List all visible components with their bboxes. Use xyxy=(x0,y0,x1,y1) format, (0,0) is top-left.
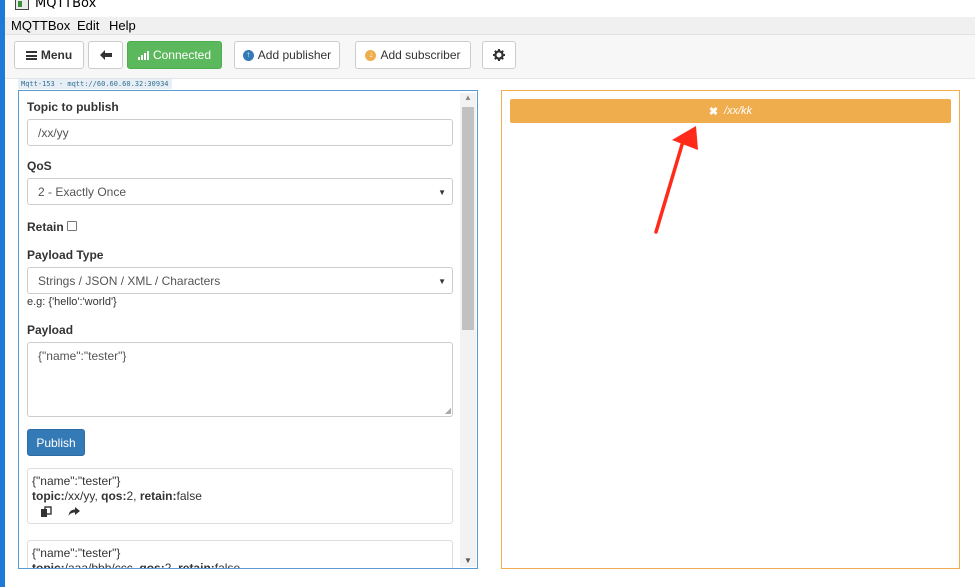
qos-key: qos: xyxy=(101,489,127,503)
message-payload: {"name":"tester"} xyxy=(32,474,121,488)
payload-hint: e.g: {'hello':'world'} xyxy=(27,296,117,308)
retain-value: false xyxy=(176,489,202,503)
topic-input-value: /xx/yy xyxy=(38,125,69,140)
menu-button-label: Menu xyxy=(40,48,73,62)
topic-label: Topic to publish xyxy=(27,100,119,114)
back-button[interactable] xyxy=(88,41,123,69)
title-bar: MQTTBox xyxy=(5,0,975,17)
qos-label: QoS xyxy=(27,159,52,173)
published-message: {"name":"tester"} topic:/xx/yy, qos:2, r… xyxy=(27,468,453,524)
menu-item-edit[interactable]: Edit xyxy=(77,18,99,33)
resize-grip-icon[interactable]: ◢ xyxy=(445,406,451,415)
topic-key: topic: xyxy=(32,561,65,569)
scrollbar-thumb[interactable] xyxy=(462,107,474,330)
scrollbar[interactable]: ▲ ▼ xyxy=(460,93,476,567)
connection-tag: Mqtt-153 - mqtt://60.60.60.32:30934 xyxy=(18,79,172,89)
gear-icon xyxy=(493,49,505,61)
message-payload: {"name":"tester"} xyxy=(32,546,121,560)
arrow-down-circle-icon: ↓ xyxy=(365,49,377,61)
subscriber-panel: ✖ /xx/kk xyxy=(501,90,960,569)
hamburger-icon xyxy=(25,50,37,60)
payload-textarea[interactable]: {"name":"tester"} ◢ xyxy=(27,342,453,417)
publish-button[interactable]: Publish xyxy=(27,429,85,456)
app-icon xyxy=(15,0,29,10)
copy-icon[interactable] xyxy=(40,506,52,518)
qos-select-value: 2 - Exactly Once xyxy=(38,184,127,199)
share-icon[interactable] xyxy=(68,506,80,518)
add-subscriber-label: Add subscriber xyxy=(380,48,461,62)
add-publisher-button[interactable]: ↑ Add publisher xyxy=(234,41,340,69)
menu-button[interactable]: Menu xyxy=(14,41,84,69)
retain-key: retain: xyxy=(178,561,215,569)
topic-key: topic: xyxy=(32,489,65,503)
retain-value: false xyxy=(214,561,241,569)
retain-key: retain: xyxy=(139,489,177,503)
payload-label: Payload xyxy=(27,323,74,337)
retain-checkbox[interactable] xyxy=(67,221,77,231)
payload-type-select[interactable]: Strings / JSON / XML / Characters ▼ xyxy=(27,267,453,294)
window-edge xyxy=(0,0,5,587)
caret-down-icon: ▼ xyxy=(438,277,446,286)
connected-button[interactable]: Connected xyxy=(127,41,222,69)
message-meta: topic:/xx/yy, qos:2, retain:false xyxy=(32,489,202,503)
scroll-down-icon[interactable]: ▼ xyxy=(464,556,472,565)
add-publisher-label: Add publisher xyxy=(257,48,332,62)
retain-label: Retain xyxy=(27,220,64,234)
caret-down-icon: ▼ xyxy=(438,188,446,197)
arrow-left-icon xyxy=(99,50,112,60)
payload-type-value: Strings / JSON / XML / Characters xyxy=(38,273,221,288)
scroll-up-icon[interactable]: ▲ xyxy=(464,93,472,102)
qos-select[interactable]: 2 - Exactly Once ▼ xyxy=(27,178,453,205)
window-title: MQTTBox xyxy=(35,0,97,11)
add-subscriber-button[interactable]: ↓ Add subscriber xyxy=(355,41,471,69)
publisher-panel: ✖ Topic to publish /xx/yy QoS 2 - Exactl… xyxy=(18,90,478,569)
menu-bar: MQTTBox Edit Help xyxy=(5,17,975,35)
subscriber-topic-bar[interactable]: ✖ /xx/kk xyxy=(510,99,951,123)
subscriber-topic: /xx/kk xyxy=(724,105,753,117)
menu-item-help[interactable]: Help xyxy=(109,18,136,33)
connected-label: Connected xyxy=(152,48,212,62)
annotation-arrow xyxy=(654,126,698,234)
topic-value: /xx/yy xyxy=(64,489,95,503)
signal-icon xyxy=(137,50,149,60)
payload-textarea-value: {"name":"tester"} xyxy=(38,349,127,363)
unsubscribe-icon[interactable]: ✖ xyxy=(709,105,718,118)
message-meta: topic:/aaa/bbb/ccc, qos:2, retain:false xyxy=(32,561,448,569)
topic-input[interactable]: /xx/yy xyxy=(27,119,453,146)
topic-value: /aaa/bbb/ccc xyxy=(64,561,133,569)
qos-value: 2 xyxy=(164,561,172,569)
settings-button[interactable] xyxy=(482,41,516,69)
arrow-up-circle-icon: ↑ xyxy=(242,49,254,61)
toolbar: Menu Connected ↑ Add publisher ↓ Add sub… xyxy=(5,35,975,79)
menu-item-mqttbox[interactable]: MQTTBox xyxy=(11,18,70,33)
qos-key: qos: xyxy=(139,561,165,569)
payload-type-label: Payload Type xyxy=(27,248,104,262)
qos-value: 2 xyxy=(126,489,134,503)
published-message: {"name":"tester"} topic:/aaa/bbb/ccc, qo… xyxy=(27,540,453,569)
